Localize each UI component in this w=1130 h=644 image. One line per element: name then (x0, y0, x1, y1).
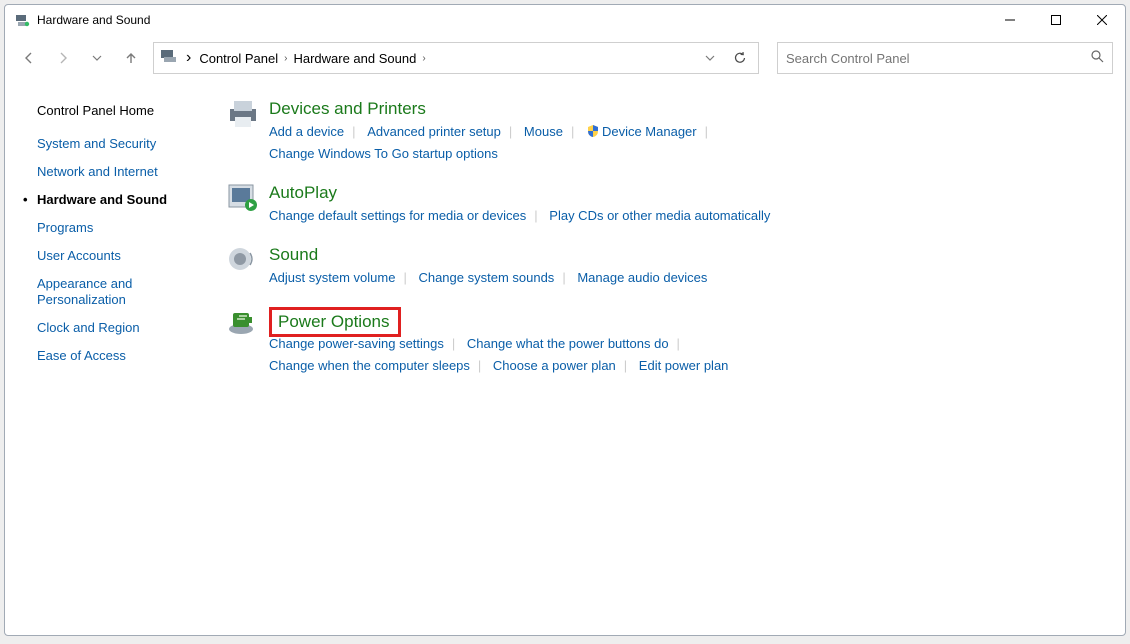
task-system-volume[interactable]: Adjust system volume (269, 267, 395, 289)
task-mouse[interactable]: Mouse (524, 121, 563, 143)
sidebar-item-hardware-sound[interactable]: Hardware and Sound (37, 192, 187, 208)
sidebar-item-programs[interactable]: Programs (37, 220, 187, 236)
main-content: Devices and Printers Add a device| Advan… (199, 81, 1125, 635)
back-button[interactable] (17, 46, 41, 70)
category-devices-printers: Devices and Printers Add a device| Advan… (223, 99, 1105, 165)
task-add-device[interactable]: Add a device (269, 121, 344, 143)
maximize-button[interactable] (1033, 5, 1079, 35)
chevron-right-icon: › (186, 49, 191, 67)
task-power-saving[interactable]: Change power-saving settings (269, 333, 444, 355)
refresh-button[interactable] (728, 46, 752, 70)
task-choose-plan[interactable]: Choose a power plan (493, 355, 616, 377)
close-button[interactable] (1079, 5, 1125, 35)
category-title-autoplay[interactable]: AutoPlay (269, 183, 337, 203)
task-audio-devices[interactable]: Manage audio devices (577, 267, 707, 289)
task-windows-to-go[interactable]: Change Windows To Go startup options (269, 143, 498, 165)
task-autoplay-defaults[interactable]: Change default settings for media or dev… (269, 205, 526, 227)
task-printer-setup[interactable]: Advanced printer setup (367, 121, 501, 143)
toolbar: › Control Panel › Hardware and Sound › (5, 35, 1125, 81)
power-icon (223, 307, 263, 343)
minimize-button[interactable] (987, 5, 1033, 35)
printer-icon (223, 99, 263, 135)
search-input[interactable] (786, 51, 1090, 66)
task-play-cds[interactable]: Play CDs or other media automatically (549, 205, 770, 227)
category-power-options: Power Options Change power-saving settin… (223, 307, 1105, 377)
control-panel-home-link[interactable]: Control Panel Home (37, 103, 187, 118)
sidebar-item-system-security[interactable]: System and Security (37, 136, 187, 152)
task-system-sounds[interactable]: Change system sounds (418, 267, 554, 289)
category-autoplay: AutoPlay Change default settings for med… (223, 183, 1105, 227)
category-title-sound[interactable]: Sound (269, 245, 318, 265)
breadcrumb-current[interactable]: Hardware and Sound (293, 51, 416, 66)
up-button[interactable] (119, 46, 143, 70)
titlebar: Hardware and Sound (5, 5, 1125, 35)
task-computer-sleeps[interactable]: Change when the computer sleeps (269, 355, 470, 377)
task-edit-plan[interactable]: Edit power plan (639, 355, 729, 377)
address-bar[interactable]: › Control Panel › Hardware and Sound › (153, 42, 759, 74)
sidebar-item-ease-of-access[interactable]: Ease of Access (37, 348, 187, 364)
history-dropdown[interactable] (85, 46, 109, 70)
search-icon[interactable] (1090, 49, 1104, 68)
sidebar-item-network-internet[interactable]: Network and Internet (37, 164, 187, 180)
chevron-right-icon: › (422, 53, 425, 64)
category-title-devices[interactable]: Devices and Printers (269, 99, 426, 119)
search-box[interactable] (777, 42, 1113, 74)
app-icon (15, 12, 31, 28)
sidebar: Control Panel Home System and Security N… (5, 81, 199, 635)
task-device-manager[interactable]: Device Manager (602, 121, 697, 143)
speaker-icon (223, 245, 263, 281)
category-title-power[interactable]: Power Options (278, 312, 390, 332)
window-title: Hardware and Sound (37, 13, 150, 27)
autoplay-icon (223, 183, 263, 219)
window-root: Hardware and Sound › Control Panel › Har… (4, 4, 1126, 636)
sidebar-item-appearance[interactable]: Appearance and Personalization (37, 276, 187, 308)
category-sound: Sound Adjust system volume| Change syste… (223, 245, 1105, 289)
control-panel-icon (160, 48, 178, 69)
address-dropdown[interactable] (700, 46, 720, 70)
chevron-right-icon: › (284, 53, 287, 64)
forward-button[interactable] (51, 46, 75, 70)
task-power-buttons[interactable]: Change what the power buttons do (467, 333, 669, 355)
uac-shield-icon (586, 123, 600, 137)
sidebar-item-clock-region[interactable]: Clock and Region (37, 320, 187, 336)
breadcrumb-root[interactable]: Control Panel (199, 51, 278, 66)
sidebar-item-user-accounts[interactable]: User Accounts (37, 248, 187, 264)
